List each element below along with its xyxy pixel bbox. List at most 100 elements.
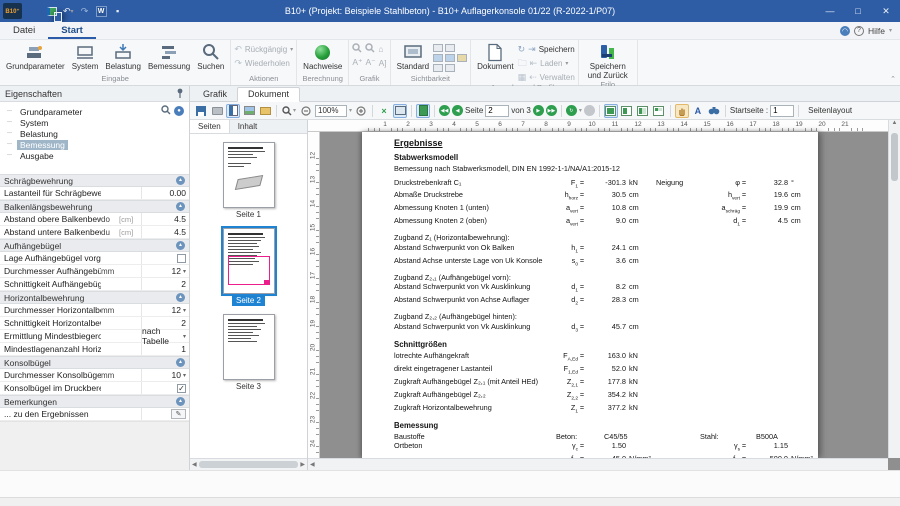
property-value[interactable]: ✓	[141, 382, 189, 394]
previous-page-button[interactable]: ◀	[452, 105, 463, 116]
tree-item-system[interactable]: ─System	[7, 117, 189, 128]
thumbnail-scrollbar[interactable]: ◀ ▶	[190, 458, 307, 470]
scrollbar-thumb[interactable]	[891, 133, 898, 181]
collapse-icon[interactable]: ▲	[176, 293, 185, 302]
load-toggle-icon[interactable]	[457, 54, 467, 62]
speichern-und-zurueck-button[interactable]: Speichern und Zurück	[582, 41, 634, 80]
zoom-caret-icon[interactable]: ▾	[349, 107, 352, 114]
property-value[interactable]: 10▾	[141, 369, 189, 381]
tab-inhalt[interactable]: Inhalt	[230, 120, 266, 133]
tab-start[interactable]: Start	[48, 22, 96, 39]
tree-search-icon[interactable]	[161, 105, 171, 117]
word-export-icon[interactable]: W	[96, 4, 107, 18]
minimize-button[interactable]: —	[816, 0, 844, 22]
scroll-left-icon[interactable]: ◀	[310, 461, 315, 468]
thumbnail-page[interactable]	[223, 142, 275, 208]
section-header[interactable]: Horizontalbewehrung▲	[0, 291, 189, 304]
property-value[interactable]: 4.5	[141, 226, 189, 238]
quick-access-more-icon[interactable]: ▪	[113, 4, 123, 18]
collapse-icon[interactable]: ▲	[176, 397, 185, 406]
new-document-icon[interactable]	[31, 4, 41, 18]
startpage-input[interactable]	[770, 105, 794, 117]
tab-grafik[interactable]: Grafik	[193, 88, 237, 101]
scrollbar-thumb[interactable]	[199, 461, 299, 468]
tree-item-belastung[interactable]: ─Belastung	[7, 128, 189, 139]
zoom-menu-button[interactable]: ▾	[281, 104, 297, 118]
help-caret-icon[interactable]: ▾	[889, 27, 892, 34]
find-button[interactable]	[707, 104, 721, 118]
property-value[interactable]: 0.00	[141, 187, 189, 199]
first-page-button[interactable]: ◀◀	[439, 105, 450, 116]
tab-dokument[interactable]: Dokument	[237, 87, 300, 102]
scroll-right-icon[interactable]: ▶	[300, 461, 305, 468]
tab-seiten[interactable]: Seiten	[190, 120, 230, 133]
section-header[interactable]: Aufhängebügel▲	[0, 239, 189, 252]
profil-speichern-button[interactable]: ↻ ⇥ Speichern	[518, 43, 575, 55]
grundparameter-button[interactable]: Grundparameter	[3, 41, 68, 71]
refresh-caret-icon[interactable]: ▾	[579, 107, 582, 114]
thumbnail-2[interactable]: Seite 2	[223, 228, 275, 306]
pin-icon[interactable]	[176, 88, 184, 100]
undo-caret-icon[interactable]: ▾	[71, 8, 74, 15]
property-value[interactable]: 12▾	[141, 265, 189, 277]
property-value[interactable]: ✎	[141, 408, 189, 420]
text-toggle-icon[interactable]	[445, 44, 455, 52]
pan-hand-button[interactable]	[675, 104, 689, 118]
property-value[interactable]: 4.5	[141, 213, 189, 225]
zoom-out-button[interactable]	[299, 104, 313, 118]
dimension-toggle-icon[interactable]	[433, 64, 443, 72]
dropdown-arrow-icon[interactable]: ▾	[183, 307, 186, 314]
undo-icon[interactable]: ↶▾	[63, 4, 74, 18]
close-preview-button[interactable]: ×	[377, 104, 391, 118]
open-folder-button[interactable]	[258, 104, 272, 118]
collapse-icon[interactable]: ▲	[176, 176, 185, 185]
scroll-up-icon[interactable]: ▲	[892, 120, 898, 126]
last-page-button[interactable]: ▶▶	[546, 105, 557, 116]
dokument-button[interactable]: Dokument	[474, 41, 516, 71]
layout-single-button[interactable]	[604, 104, 618, 118]
app-icon[interactable]: B10⁺	[3, 3, 22, 19]
help-icon[interactable]: ?	[854, 26, 864, 36]
tree-navigate-icon[interactable]: ●	[174, 106, 184, 116]
maximize-button[interactable]: □	[844, 0, 872, 22]
marker-toggle-icon[interactable]	[445, 54, 455, 62]
thumbnail-1[interactable]: Seite 1	[223, 142, 275, 220]
section-header[interactable]: Bemerkungen▲	[0, 395, 189, 408]
collapse-icon[interactable]: ▲	[176, 202, 185, 211]
layout-two-pages-button[interactable]	[636, 104, 650, 118]
tab-datei[interactable]: Datei	[0, 22, 48, 39]
checkbox[interactable]	[177, 254, 186, 263]
measure-toggle-icon[interactable]	[433, 44, 443, 52]
edit-button[interactable]: ✎	[171, 409, 186, 419]
dropdown-arrow-icon[interactable]: ▾	[183, 333, 186, 340]
next-page-button[interactable]: ▶	[533, 105, 544, 116]
thumbnail-page[interactable]	[223, 314, 275, 380]
property-value[interactable]	[141, 252, 189, 264]
save-button[interactable]	[194, 104, 208, 118]
tree-item-ausgabe[interactable]: ─Ausgabe	[7, 150, 189, 161]
print-button[interactable]	[210, 104, 224, 118]
layout-grid-button[interactable]	[652, 104, 666, 118]
collapse-icon[interactable]: ▲	[176, 241, 185, 250]
section-toggle-icon[interactable]	[433, 54, 443, 62]
help-label[interactable]: Hilfe	[868, 26, 885, 36]
dropdown-arrow-icon[interactable]: ▾	[183, 372, 186, 379]
text-select-button[interactable]: A	[691, 104, 705, 118]
property-value[interactable]: nach Tabelle▾	[141, 330, 189, 342]
property-value[interactable]: 12▾	[141, 304, 189, 316]
vertical-scrollbar[interactable]: ▲	[888, 120, 900, 458]
fit-window-button[interactable]	[393, 104, 407, 118]
layout-split-button[interactable]	[620, 104, 634, 118]
property-value[interactable]: 2	[141, 278, 189, 290]
suchen-button[interactable]: Suchen	[194, 41, 227, 71]
zoom-in-button[interactable]	[354, 104, 368, 118]
collapse-icon[interactable]: ▲	[176, 358, 185, 367]
bemessung-button[interactable]: Bemessung	[145, 41, 193, 71]
belastung-button[interactable]: Belastung	[102, 41, 144, 71]
standard-button[interactable]: Standard	[394, 41, 432, 71]
tree-item-bemessung[interactable]: ─Bemessung	[7, 139, 189, 150]
arrow-toggle-icon[interactable]	[445, 64, 455, 72]
checkbox[interactable]: ✓	[177, 384, 186, 393]
thumbnail-page[interactable]	[223, 228, 275, 294]
system-button[interactable]: System	[69, 41, 102, 71]
